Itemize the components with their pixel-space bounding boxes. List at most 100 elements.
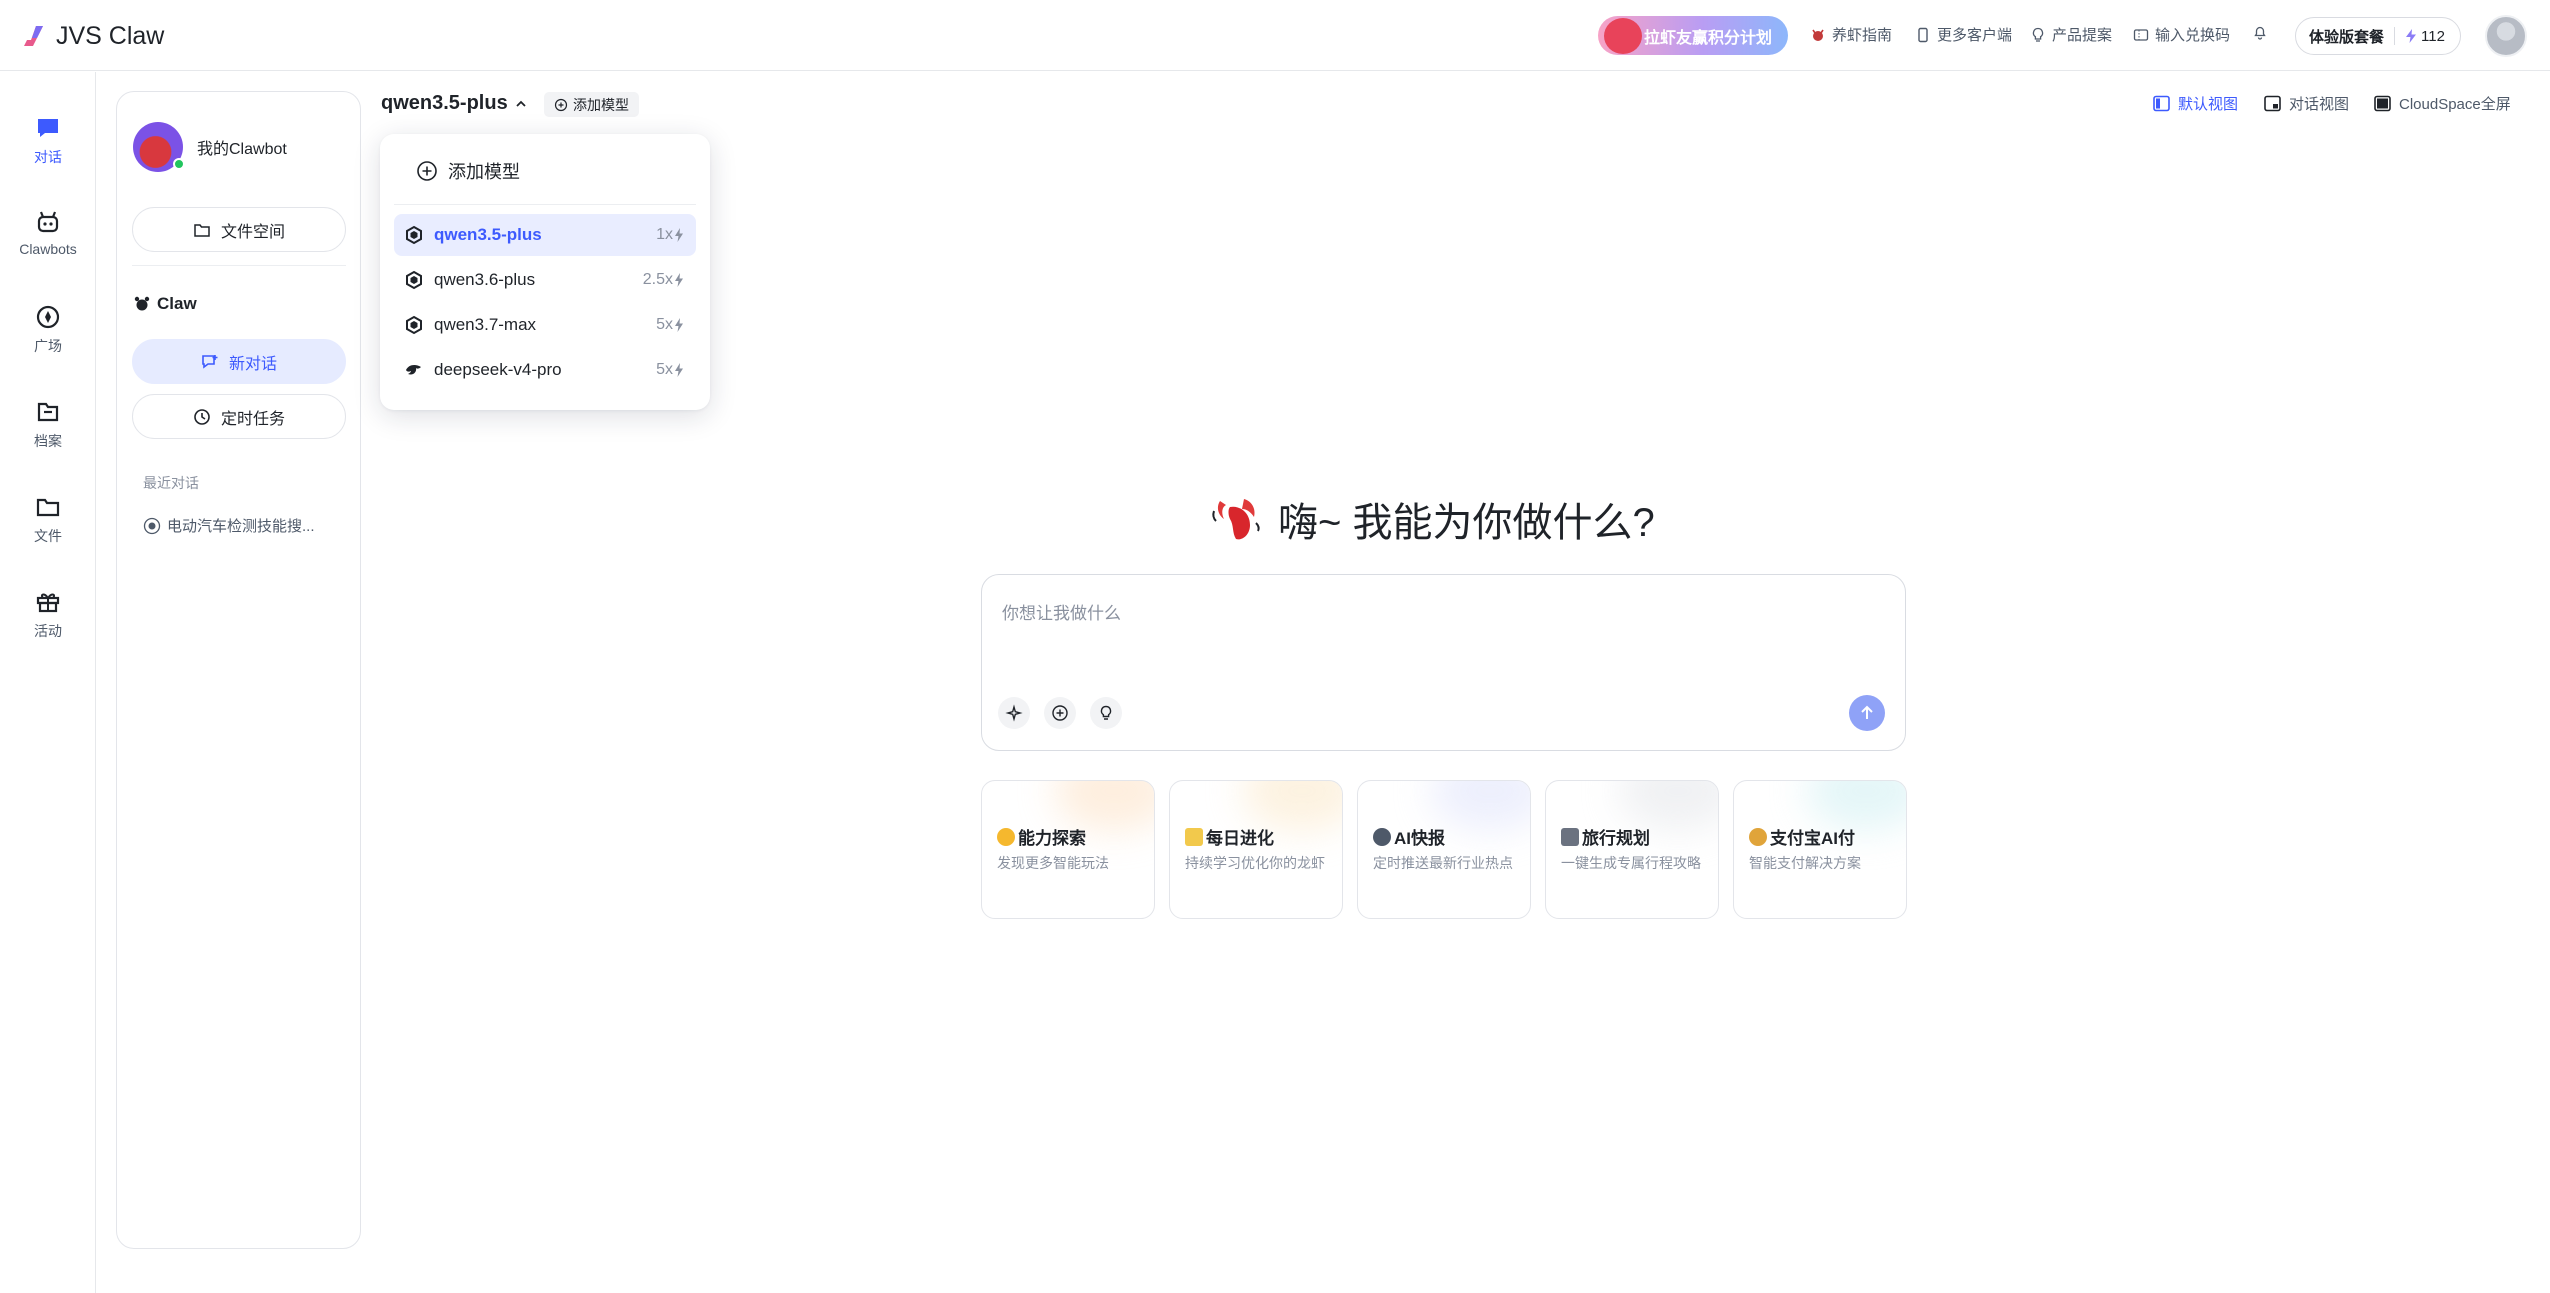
proposal-link[interactable]: 产品提案 <box>2030 24 2112 45</box>
notifications-button[interactable] <box>2252 24 2268 40</box>
bell-icon <box>2254 26 2266 40</box>
quick-card-daily[interactable]: 每日进化 持续学习优化你的龙虾 <box>1169 780 1343 919</box>
model-option-qwen3.7-max[interactable]: qwen3.7-max 5x <box>394 304 696 346</box>
phone-icon <box>1918 27 1928 42</box>
plus-circle-icon <box>554 98 568 111</box>
top-bar: JVS Claw 拉虾友赢积分计划 养虾指南 更多客户端 产品提案 输入兑换码 … <box>0 0 2550 71</box>
card-desc: 定时推送最新行业热点 <box>1373 855 1513 871</box>
magic-button[interactable] <box>998 697 1030 729</box>
send-button[interactable] <box>1849 695 1885 731</box>
dropdown-add-model[interactable]: 添加模型 <box>416 158 520 184</box>
claw-icon <box>134 296 150 311</box>
composer-placeholder: 你想让我做什么 <box>1002 604 1121 623</box>
thinking-emoji-icon <box>997 827 1015 846</box>
card-title: 支付宝AI付 <box>1749 824 1855 849</box>
sidebar-panel: 我的Clawbot 文件空间 Claw 新对话 定时任务 最近对话 电动汽车检测… <box>116 91 361 1249</box>
model-multiplier: 2.5x <box>643 271 684 289</box>
clients-link[interactable]: 更多客户端 <box>1915 24 2012 45</box>
compass-icon <box>36 305 60 329</box>
layout-sidebar-icon <box>2153 95 2170 112</box>
file-space-button[interactable]: 文件空间 <box>132 207 346 252</box>
message-composer[interactable]: 你想让我做什么 <box>981 574 1906 751</box>
rail-item-files[interactable]: 文件 <box>0 493 96 563</box>
model-option-qwen3.6-plus[interactable]: qwen3.6-plus 2.5x <box>394 259 696 301</box>
model-option-qwen3.5-plus[interactable]: qwen3.5-plus 1x <box>394 214 696 256</box>
model-selector[interactable]: qwen3.5-plus <box>381 92 528 115</box>
lobster-icon <box>1604 18 1642 54</box>
guide-link[interactable]: 养虾指南 <box>1810 24 1892 45</box>
folder-icon <box>194 223 210 237</box>
plus-circle-icon <box>1052 705 1068 721</box>
rail-item-events[interactable]: 活动 <box>0 588 96 658</box>
app-logo[interactable]: JVS Claw <box>20 20 164 52</box>
archive-icon <box>37 402 59 422</box>
clock-icon <box>194 408 210 425</box>
greeting-text: 嗨~ 我能为你做什么? <box>1278 501 1655 545</box>
plan-badge[interactable]: 体验版套餐 112 <box>2295 17 2461 55</box>
rail-item-archive[interactable]: 档案 <box>0 398 96 468</box>
lobster-icon <box>1212 499 1260 540</box>
lightbulb-icon <box>2032 27 2044 42</box>
quick-card-ai-news[interactable]: AI快报 定时推送最新行业热点 <box>1357 780 1531 919</box>
promo-label: 拉虾友赢积分计划 <box>1644 29 1773 47</box>
promo-banner[interactable]: 拉虾友赢积分计划 <box>1598 16 1788 55</box>
sparkle-icon <box>1005 704 1023 722</box>
default-view-button[interactable]: 默认视图 <box>2152 93 2238 114</box>
chat-bubble-icon <box>143 517 161 534</box>
add-model-chip[interactable]: 添加模型 <box>544 92 639 117</box>
redeem-link[interactable]: 输入兑换码 <box>2133 24 2230 45</box>
deepseek-icon <box>406 365 421 375</box>
bolt-icon <box>675 273 683 287</box>
chat-view-button[interactable]: 对话视图 <box>2263 93 2349 114</box>
user-avatar[interactable] <box>2485 15 2527 57</box>
bolt-icon <box>2406 29 2417 43</box>
sparkle-emoji-icon <box>1185 827 1203 846</box>
card-desc: 智能支付解决方案 <box>1749 855 1861 871</box>
idea-button[interactable] <box>1090 697 1122 729</box>
fullscreen-icon <box>2374 95 2391 112</box>
quick-card-travel[interactable]: 旅行规划 一键生成专属行程攻略 <box>1545 780 1719 919</box>
card-desc: 发现更多智能玩法 <box>997 855 1109 871</box>
model-option-deepseek-v4-pro[interactable]: deepseek-v4-pro 5x <box>394 349 696 391</box>
new-chat-button[interactable]: 新对话 <box>132 339 346 384</box>
card-glow <box>1430 781 1530 831</box>
robot-emoji-icon <box>1373 827 1391 846</box>
recent-chat-item[interactable]: 电动汽车检测技能搜... <box>143 515 315 536</box>
rail-item-plaza[interactable]: 广场 <box>0 303 96 373</box>
rail-item-clawbots[interactable]: Clawbots <box>0 208 96 278</box>
clipboard-emoji-icon <box>1561 827 1579 846</box>
plan-label: 体验版套餐 <box>2309 28 2385 46</box>
app-title: JVS Claw <box>56 21 165 50</box>
gift-icon <box>36 593 60 613</box>
card-title: 每日进化 <box>1185 824 1274 849</box>
online-status-dot <box>173 158 185 170</box>
bolt-icon <box>675 318 683 332</box>
section-title: Claw <box>133 294 197 314</box>
card-title: AI快报 <box>1373 824 1445 849</box>
quick-card-alipay[interactable]: 支付宝AI付 智能支付解决方案 <box>1733 780 1907 919</box>
rail-item-chat[interactable]: 对话 <box>0 114 96 184</box>
qwen-icon <box>406 270 422 290</box>
attach-button[interactable] <box>1044 697 1076 729</box>
recent-title: 最近对话 <box>143 475 199 491</box>
model-multiplier: 5x <box>656 361 684 379</box>
robot-icon <box>37 211 59 233</box>
plus-circle-icon <box>417 161 437 181</box>
credits: 112 <box>2405 28 2445 45</box>
greeting: 嗨~ 我能为你做什么? <box>1210 490 1655 548</box>
cloudspace-fullscreen-button[interactable]: CloudSpace全屏 <box>2373 93 2511 114</box>
ticket-icon <box>2133 28 2149 41</box>
sidebar-divider <box>132 265 346 266</box>
selected-model: qwen3.5-plus <box>381 92 508 114</box>
chevron-up-icon <box>516 100 526 107</box>
credits-count: 112 <box>2421 27 2445 45</box>
bot-name: 我的Clawbot <box>197 141 287 158</box>
card-desc: 一键生成专属行程攻略 <box>1561 855 1701 871</box>
quick-card-capability[interactable]: 能力探索 发现更多智能玩法 <box>981 780 1155 919</box>
card-title: 旅行规划 <box>1561 824 1650 849</box>
qwen-icon <box>406 225 422 245</box>
logo-icon <box>24 26 43 46</box>
scheduled-tasks-button[interactable]: 定时任务 <box>132 394 346 439</box>
dropdown-divider <box>394 204 696 205</box>
bot-profile[interactable]: 我的Clawbot <box>133 122 287 172</box>
